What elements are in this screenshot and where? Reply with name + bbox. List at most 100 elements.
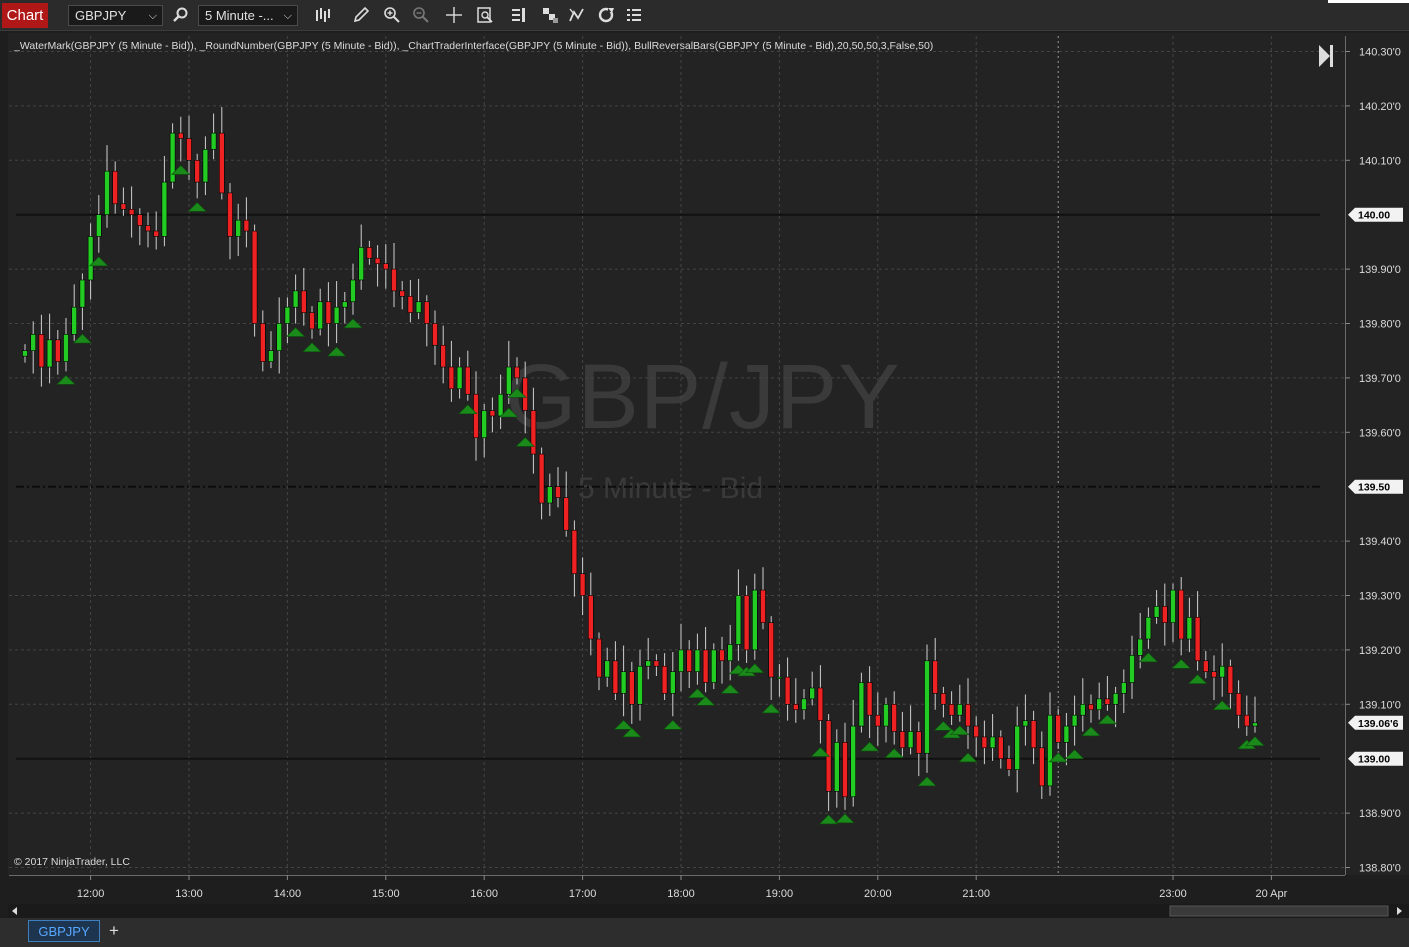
candle-body [817, 687, 824, 721]
candle-body [366, 247, 373, 259]
price-tick-label: 140.20'0 [1359, 101, 1401, 113]
candle-body [702, 649, 709, 683]
candle-body [153, 230, 159, 237]
price-tick-label: 139.20'0 [1359, 645, 1401, 657]
candle-body [842, 742, 848, 798]
candle-body [1178, 589, 1184, 640]
candle-body [120, 203, 127, 210]
scroll-right-icon[interactable] [1397, 907, 1402, 915]
candle-body [1203, 660, 1209, 672]
candle-body [637, 665, 643, 705]
candle-body [833, 742, 840, 792]
add-tab-button[interactable]: + [104, 920, 124, 942]
candle-body [325, 301, 332, 324]
candle-body [194, 160, 200, 183]
candle-body [333, 306, 340, 324]
bull-reversal-triangle [56, 374, 76, 385]
candle-body [1186, 616, 1193, 640]
candle-body [309, 312, 315, 330]
last-price-label: 139.06'6 [1358, 718, 1399, 730]
time-tick-label: 21:00 [962, 888, 990, 900]
candle-body [661, 665, 668, 694]
time-tick-label: 14:00 [274, 888, 302, 900]
candle-body [727, 644, 734, 662]
bull-reversal-triangle [1212, 700, 1232, 710]
candle-body [251, 230, 258, 324]
candle-body [514, 366, 520, 379]
time-axis: 12:00 13:00 14:00 15:00 16:00 17:00 18:00 19:00… [9, 875, 1345, 900]
scroll-thumb[interactable] [1169, 905, 1389, 917]
price-axis: 140.30'0 140.20'0 140.10'0 139.90'0 139.80'0… [1345, 36, 1403, 875]
candle-body [596, 638, 602, 678]
candle-body [227, 192, 233, 237]
scroll-left-icon[interactable] [12, 907, 17, 915]
candle-body [1030, 720, 1037, 749]
bull-reversal-triangle [1245, 736, 1265, 746]
time-tick-label: 20:00 [864, 888, 892, 900]
skip-to-end-icon[interactable] [1319, 45, 1333, 67]
candlestick-series [22, 106, 1258, 811]
price-tick-label: 139.70'0 [1359, 373, 1401, 385]
candle-body [1014, 725, 1021, 770]
candle-body [555, 486, 561, 498]
candle-body [883, 703, 889, 727]
candle-body [71, 306, 77, 335]
round-number-label: 139.00 [1358, 754, 1390, 766]
time-tick-label: 17:00 [569, 888, 597, 900]
candle-body [719, 649, 725, 662]
candle-body [760, 589, 766, 623]
candle-body [694, 649, 701, 672]
candle-body [284, 306, 291, 324]
price-chart[interactable]: 140.30'0 140.20'0 140.10'0 139.90'0 139.80'0… [0, 0, 1409, 947]
time-tick-label: 13:00 [175, 888, 203, 900]
candle-body [571, 529, 578, 575]
time-tick-label: 20 Apr [1255, 888, 1287, 900]
candle-body [30, 334, 37, 352]
candle-body [850, 725, 857, 798]
bull-reversal-triangle [72, 333, 93, 344]
bull-reversal-triangle [958, 752, 978, 763]
candle-body [612, 660, 619, 694]
price-tick-label: 140.10'0 [1359, 155, 1401, 167]
bull-reversal-triangle [285, 327, 306, 337]
candle-body [464, 366, 471, 395]
candle-body [382, 263, 389, 270]
price-tick-label: 139.40'0 [1359, 536, 1401, 548]
candle-body [1194, 616, 1201, 662]
candle-body [858, 682, 865, 727]
candle-body [1252, 722, 1258, 727]
candle-body [973, 725, 980, 738]
candle-body [792, 703, 799, 711]
candle-body [768, 622, 775, 678]
candle-body [46, 339, 53, 368]
price-tick-label: 139.30'0 [1359, 591, 1401, 603]
candle-body [1071, 714, 1078, 727]
candle-body [1145, 616, 1152, 640]
candle-body [735, 595, 742, 645]
candle-body [1104, 698, 1111, 705]
bull-reversal-triangle [302, 342, 322, 353]
candle-body [219, 132, 225, 194]
candle-body [391, 268, 397, 292]
horizontal-scrollbar[interactable] [8, 904, 1409, 918]
candle-body [891, 703, 898, 732]
bull-reversal-triangle [745, 663, 765, 673]
bull-reversal-triangle [859, 741, 880, 752]
bull-reversal-triangle [835, 813, 855, 824]
tab-gbpjpy[interactable]: GBPJPY [28, 920, 100, 942]
candle-body [956, 703, 963, 716]
candle-body [981, 736, 988, 749]
candle-body [1170, 589, 1176, 623]
candle-body [965, 703, 971, 727]
candle-body [161, 181, 168, 237]
bull-reversal-triangle [950, 725, 970, 736]
candle-body [948, 703, 955, 716]
candle-body [87, 236, 94, 281]
candle-body [169, 132, 176, 183]
candle-body [1227, 665, 1234, 694]
candle-body [1039, 747, 1045, 787]
candle-body [678, 649, 684, 672]
candle-body [440, 344, 447, 368]
candle-body [399, 290, 406, 297]
candle-body [317, 301, 324, 330]
